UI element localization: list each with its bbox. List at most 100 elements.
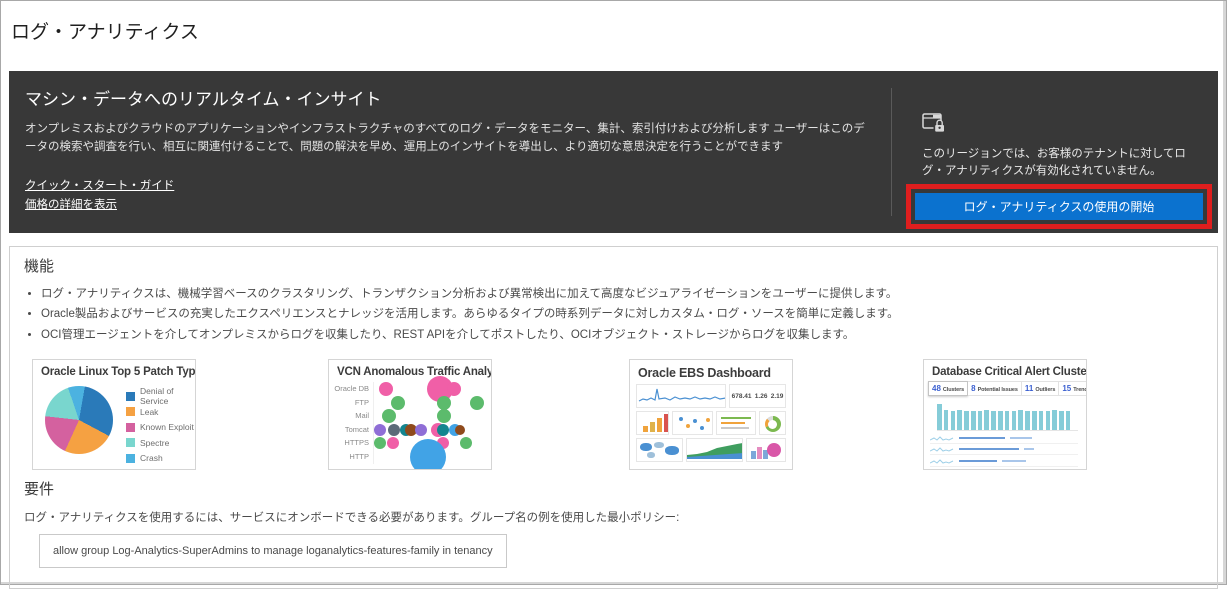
bubble-chart-category-labels: Oracle DBFTPMailTomcatHTTPSHTTP — [329, 382, 373, 464]
banner-heading: マシン・データへのリアルタイム・インサイト — [25, 85, 891, 110]
bubble — [437, 409, 451, 423]
alert-sparkline — [930, 468, 954, 470]
alert-bar — [1018, 410, 1023, 430]
ebs-dashboard-title: Oracle EBS Dashboard — [630, 360, 792, 381]
ebs-metric: 678.41 — [732, 393, 752, 400]
patch-types-chart-title: Oracle Linux Top 5 Patch Types — [33, 360, 195, 379]
legend-item: Leak — [126, 404, 195, 420]
alert-table-row — [930, 444, 1078, 456]
bubble-chart-body: Oracle DBFTPMailTomcatHTTPSHTTP — [329, 382, 491, 464]
alert-tab-count: 8 — [971, 384, 975, 393]
console-lock-icon — [922, 113, 946, 133]
feature-bullet: OCI管理エージェントを介してオンプレミスからログを収集したり、REST API… — [41, 325, 1203, 345]
ebs-scatter-panel — [672, 411, 713, 435]
alert-tab-label: Trends — [1073, 387, 1087, 393]
alert-link-line — [959, 448, 1019, 450]
legend-label: Leak — [140, 407, 158, 417]
bubble — [447, 382, 461, 396]
alert-bar — [998, 411, 1003, 431]
vcn-chart-title: VCN Anomalous Traffic Analysis — [329, 360, 491, 379]
start-using-log-analytics-button[interactable]: ログ・アナリティクスの使用の開始 — [915, 193, 1203, 220]
bubble-category-label: Mail — [329, 409, 373, 423]
banner-description: オンプレミスおよびクラウドのアプリケーションやインフラストラクチャのすべてのログ… — [25, 120, 870, 157]
policy-code-box: allow group Log-Analytics-SuperAdmins to… — [39, 534, 507, 568]
page-frame: ログ・アナリティクス マシン・データへのリアルタイム・インサイト オンプレミスお… — [0, 0, 1227, 585]
ebs-metrics: 678.411.262.19 — [730, 385, 785, 407]
pie-chart — [45, 386, 113, 454]
ebs-donut-panel — [759, 411, 786, 435]
feature-bullet: Oracle製品およびサービスの充実したエクスペリエンスとナレッジを活用します。… — [41, 304, 1203, 324]
alert-sparkline — [930, 457, 954, 465]
bubble — [387, 437, 399, 449]
alert-bar — [978, 411, 983, 431]
ebs-timeseries-panel — [636, 384, 726, 408]
alert-bar — [944, 410, 949, 430]
ebs-dashboard-body: 678.411.262.19 — [636, 384, 786, 462]
alert-table-row — [930, 455, 1078, 467]
alert-tab-label: Clusters — [943, 387, 964, 393]
alert-bar — [937, 404, 942, 431]
bubble — [437, 424, 449, 436]
legend-item: Spectre — [126, 435, 195, 451]
pricing-details-link[interactable]: 価格の詳細を表示 — [25, 196, 117, 212]
features-heading: 機能 — [24, 255, 1203, 276]
bubble-category-label: HTTP — [329, 450, 373, 464]
feature-bullet: ログ・アナリティクスは、機械学習ベースのクラスタリング、トランザクション分析およ… — [41, 284, 1203, 304]
banner-right: このリージョンでは、お客様のテナントに対してログ・アナリティクスが有効化されてい… — [892, 71, 1218, 233]
alert-tab-count: 48 — [932, 384, 941, 393]
region-status-text: このリージョンでは、お客様のテナントに対してログ・アナリティクスが有効化されてい… — [922, 146, 1200, 181]
ebs-metric-value: 1.26 — [755, 393, 768, 400]
ebs-metrics-panel: 678.411.262.19 — [729, 384, 786, 408]
alert-bar — [971, 411, 976, 431]
alert-bar — [1005, 411, 1010, 431]
bubble — [382, 409, 396, 423]
ebs-row — [636, 438, 786, 462]
page-title: ログ・アナリティクス — [1, 1, 1226, 44]
alert-link-line — [1010, 437, 1032, 439]
ebs-row: 678.411.262.19 — [636, 384, 786, 408]
legend-label: Denial of Service — [140, 386, 195, 406]
alert-bar — [1059, 411, 1064, 431]
bubble-chart-plot — [373, 382, 487, 464]
banner-links: クイック・スタート・ガイド 価格の詳細を表示 — [25, 177, 891, 212]
alert-table-row — [930, 467, 1078, 471]
bubble — [379, 382, 393, 396]
ebs-metric: 1.26 — [755, 393, 768, 400]
alert-bar — [1032, 411, 1037, 431]
bubble — [415, 424, 427, 436]
annotation-highlight-box: ログ・アナリティクスの使用の開始 — [906, 184, 1212, 229]
banner-left: マシン・データへのリアルタイム・インサイト オンプレミスおよびクラウドのアプリケ… — [9, 71, 891, 233]
bubble — [437, 396, 451, 410]
ebs-list-panel — [716, 411, 757, 435]
alert-clusters-title: Database Critical Alert Clusters — [924, 360, 1086, 379]
requirements-text: ログ・アナリティクスを使用するには、サービスにオンボードできる必要があります。グ… — [24, 509, 1203, 525]
pie-chart-body: Denial of ServiceLeak Known Exploit Spectr… — [33, 379, 195, 466]
alert-bar — [1025, 411, 1030, 431]
alert-tab-clusters: 48Clusters — [928, 381, 968, 396]
alert-tab-outliers: 11Outliers — [1022, 381, 1059, 396]
legend-swatch — [126, 423, 135, 432]
features-list: ログ・アナリティクスは、機械学習ベースのクラスタリング、トランザクション分析およ… — [24, 284, 1203, 345]
legend-swatch — [126, 438, 135, 447]
ebs-map-panel — [636, 438, 683, 462]
alert-table — [930, 432, 1078, 470]
alert-sparkline — [930, 434, 954, 442]
bubble-category-label: Tomcat — [329, 423, 373, 437]
thumbnail-alert-clusters: Database Critical Alert Clusters 48Clust… — [923, 359, 1087, 470]
legend-item: Denial of Service — [126, 388, 195, 404]
ebs-metric-value: 678.41 — [732, 393, 752, 400]
hero-banner: マシン・データへのリアルタイム・インサイト オンプレミスおよびクラウドのアプリケ… — [9, 71, 1218, 233]
bubble-category-label: Oracle DB — [329, 382, 373, 396]
bubble — [388, 424, 400, 436]
alert-bar — [991, 411, 996, 431]
legend-item: Known Exploit — [126, 419, 195, 435]
alert-link-line — [1002, 460, 1026, 462]
alert-bar — [964, 411, 969, 431]
quick-start-guide-link[interactable]: クイック・スタート・ガイド — [25, 177, 174, 193]
bubble — [455, 425, 465, 435]
alert-bar — [1039, 411, 1044, 431]
legend-label: Spectre — [140, 438, 169, 448]
bubble — [410, 439, 446, 471]
legend-label: Crash — [140, 453, 163, 463]
ebs-metric-value: 2.19 — [771, 393, 784, 400]
